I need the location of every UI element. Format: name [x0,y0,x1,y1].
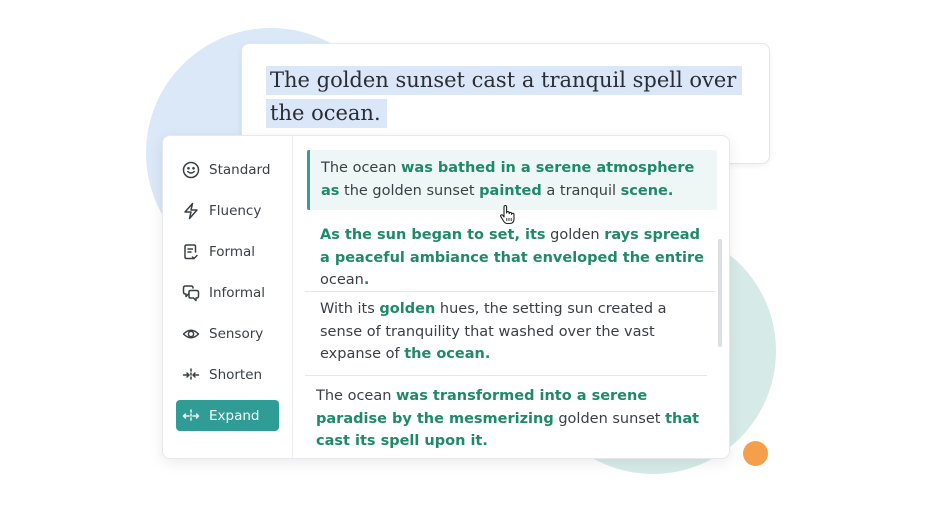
scrollbar[interactable] [718,239,722,347]
unchanged-text-segment: golden [545,227,605,243]
mode-label: Shorten [209,366,263,383]
mode-formal[interactable]: Formal [176,236,279,267]
unchanged-text-segment: a tranquil [541,182,621,199]
mode-shorten[interactable]: Shorten [176,359,279,390]
mode-label: Informal [209,284,266,301]
mode-expand[interactable]: Expand [176,400,279,431]
suggestion-item[interactable]: With its golden hues, the setting sun cr… [320,298,705,366]
suggestion-item-selected[interactable]: The ocean was bathed in a serene atmosph… [307,150,717,210]
unchanged-text-segment: the golden sunset [339,182,480,199]
suggestions-list: The ocean was bathed in a serene atmosph… [293,136,729,458]
changed-text-segment: scene. [620,182,674,199]
mode-label: Sensory [209,325,264,342]
changed-text-segment: the ocean. [404,346,491,362]
suggestion-divider [305,291,715,292]
suggestion-text: The ocean was bathed in a serene atmosph… [321,157,711,202]
unchanged-text-segment: With its [320,301,380,317]
changed-text-segment: . [363,272,370,288]
document-check-icon [181,242,201,262]
changed-text-segment: golden [379,301,436,317]
source-text-line-1: The golden sunset cast a tranquil spell … [266,66,743,95]
suggestion-divider [305,375,707,376]
mode-label: Expand [209,407,260,424]
mode-label: Fluency [209,202,262,219]
mode-sidebar: Standard Fluency Formal Informal Sensory [163,136,293,458]
eye-icon [181,324,201,344]
mode-sensory[interactable]: Sensory [176,318,279,349]
source-text[interactable]: The golden sunset cast a tranquil spell … [266,64,746,130]
mode-informal[interactable]: Informal [176,277,279,308]
expand-arrows-icon [181,406,201,426]
unchanged-text-segment: The ocean [316,388,397,404]
shrink-arrows-icon [181,365,201,385]
chat-bubbles-icon [181,283,201,303]
mode-fluency[interactable]: Fluency [176,195,279,226]
paraphrase-panel: Standard Fluency Formal Informal Sensory [162,135,730,459]
decorative-orange-dot [743,441,768,466]
changed-text-segment: painted [479,182,542,199]
suggestion-item[interactable]: The ocean was transformed into a serene … [316,385,711,453]
hand-pointer-cursor-icon [498,204,518,230]
lightning-icon [181,201,201,221]
unchanged-text-segment: ocean [320,272,364,288]
mode-label: Standard [209,161,271,178]
suggestion-item[interactable]: As the sun began to set, its golden rays… [320,224,705,292]
mode-standard[interactable]: Standard [176,154,279,185]
smiley-icon [181,160,201,180]
unchanged-text-segment: The ocean [321,160,402,176]
mode-label: Formal [209,243,256,260]
unchanged-text-segment: golden sunset [553,410,666,427]
source-text-line-2: the ocean. [266,99,387,128]
